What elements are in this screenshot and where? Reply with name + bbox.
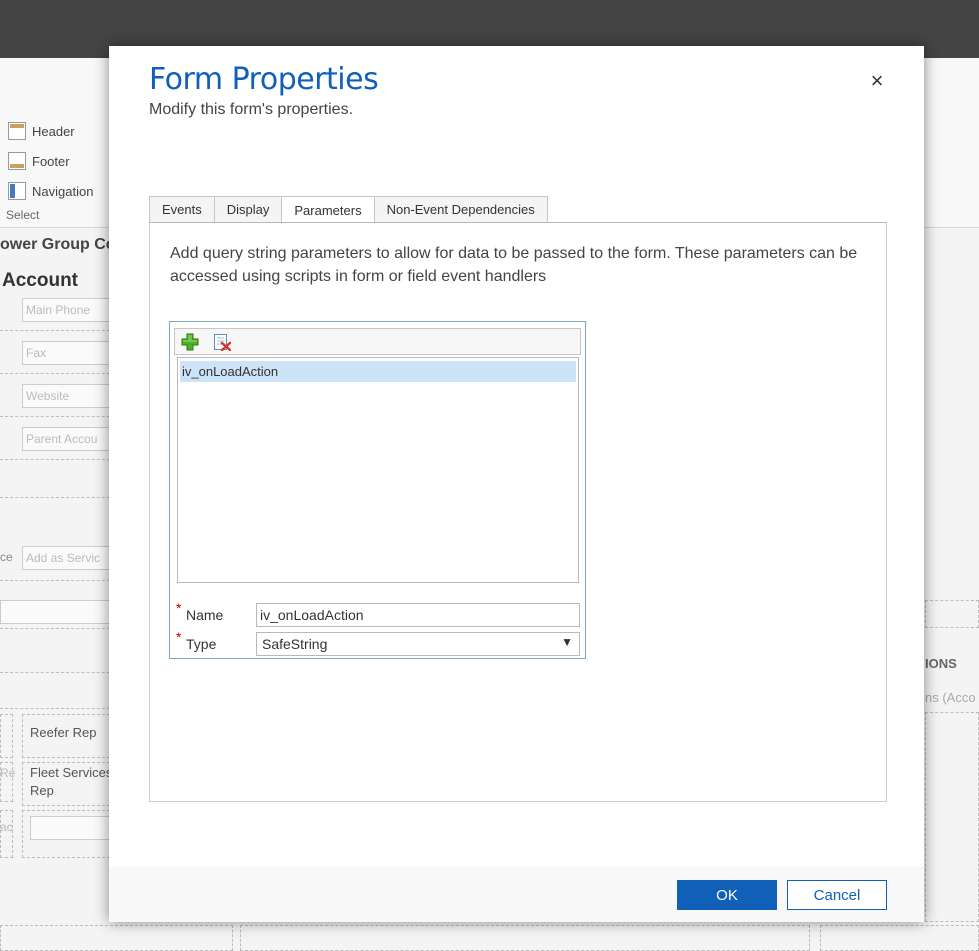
name-label: Name bbox=[186, 607, 224, 623]
tab-events[interactable]: Events bbox=[149, 196, 214, 223]
field-fleet-services-label: Fleet Services bbox=[30, 765, 113, 780]
subgrid-label-right: ns (Acco bbox=[925, 690, 976, 705]
field-fleet-services-label-line2: Rep bbox=[30, 783, 54, 798]
name-row: * Name bbox=[176, 600, 582, 627]
field-parent-account[interactable]: Parent Accou bbox=[22, 427, 114, 451]
footer-layout-icon bbox=[8, 152, 26, 170]
field-slot bbox=[0, 810, 13, 858]
subgrid-slot bbox=[925, 712, 979, 922]
type-label: Type bbox=[186, 636, 217, 652]
section-divider bbox=[0, 416, 115, 417]
type-row: * Type SafeString ▼ bbox=[176, 629, 582, 656]
ribbon-header-label: Header bbox=[32, 123, 75, 139]
parameters-list[interactable]: iv_onLoadAction bbox=[177, 357, 579, 583]
field-slot bbox=[925, 600, 979, 628]
tab-display[interactable]: Display bbox=[213, 196, 282, 223]
dialog-title: Form Properties bbox=[149, 62, 379, 97]
section-divider bbox=[0, 330, 115, 331]
ok-button[interactable]: OK bbox=[677, 880, 777, 910]
field-slot bbox=[0, 925, 233, 951]
ribbon-navigation-label: Navigation bbox=[32, 183, 94, 199]
list-item[interactable]: iv_onLoadAction bbox=[180, 361, 576, 382]
field-placeholder bbox=[0, 600, 115, 624]
ribbon-header-button[interactable]: Header bbox=[8, 120, 75, 142]
navigation-layout-icon bbox=[8, 182, 26, 200]
field-main-phone[interactable]: Main Phone bbox=[22, 298, 114, 322]
field-slot bbox=[0, 714, 13, 758]
cancel-button[interactable]: Cancel bbox=[787, 880, 887, 910]
close-icon[interactable]: × bbox=[866, 70, 888, 92]
dialog-footer: OK Cancel bbox=[109, 867, 924, 922]
section-divider bbox=[0, 672, 115, 673]
parameters-description: Add query string parameters to allow for… bbox=[170, 245, 858, 285]
type-select-value: SafeString bbox=[262, 636, 328, 652]
add-parameter-button[interactable] bbox=[181, 333, 199, 351]
parameters-panel: Add query string parameters to allow for… bbox=[149, 223, 887, 802]
field-add-as-service[interactable]: Add as Servic bbox=[22, 546, 114, 570]
field-placeholder bbox=[30, 816, 115, 840]
field-slot bbox=[820, 925, 979, 951]
tab-parameters[interactable]: Parameters bbox=[281, 196, 374, 224]
type-select[interactable]: SafeString ▼ bbox=[256, 632, 580, 656]
section-divider bbox=[0, 497, 115, 498]
form-subtitle: ower Group Co bbox=[0, 236, 116, 253]
section-header-right: IONS bbox=[925, 656, 957, 671]
field-fax[interactable]: Fax bbox=[22, 341, 114, 365]
ribbon-footer-label: Footer bbox=[32, 153, 70, 169]
dialog-subtitle: Modify this form's properties. bbox=[149, 101, 354, 118]
form-entity-heading: Account bbox=[2, 270, 78, 291]
field-label-fragment: ce bbox=[0, 550, 13, 564]
header-layout-icon bbox=[8, 122, 26, 140]
name-input[interactable] bbox=[256, 603, 580, 627]
remove-icon bbox=[214, 334, 232, 352]
tab-strip: Events Display Parameters Non-Event Depe… bbox=[149, 196, 548, 224]
ribbon-navigation-button[interactable]: Navigation bbox=[8, 180, 93, 202]
section-divider bbox=[0, 459, 115, 460]
ribbon-group-label: Select bbox=[6, 208, 40, 222]
section-divider bbox=[0, 708, 115, 709]
remove-parameter-button[interactable] bbox=[213, 333, 232, 352]
ribbon-footer-button[interactable]: Footer bbox=[8, 150, 70, 172]
dropdown-arrow-icon: ▼ bbox=[561, 635, 573, 649]
field-fragment: Re bbox=[0, 766, 16, 780]
field-fragment: ac bbox=[0, 820, 13, 834]
field-website[interactable]: Website bbox=[22, 384, 114, 408]
section-divider bbox=[0, 373, 115, 374]
field-reefer-rep-label: Reefer Rep bbox=[30, 725, 97, 740]
parameters-toolbar bbox=[174, 328, 581, 355]
tab-non-event-dependencies[interactable]: Non-Event Dependencies bbox=[373, 196, 548, 223]
section-divider bbox=[0, 628, 115, 629]
add-icon bbox=[181, 333, 199, 351]
section-divider bbox=[0, 580, 115, 581]
form-properties-dialog: Form Properties Modify this form's prope… bbox=[109, 46, 924, 922]
field-slot bbox=[240, 925, 810, 951]
parameters-editor: iv_onLoadAction * Name * Type SafeString… bbox=[169, 321, 586, 659]
required-marker: * bbox=[176, 629, 182, 645]
required-marker: * bbox=[176, 600, 182, 616]
